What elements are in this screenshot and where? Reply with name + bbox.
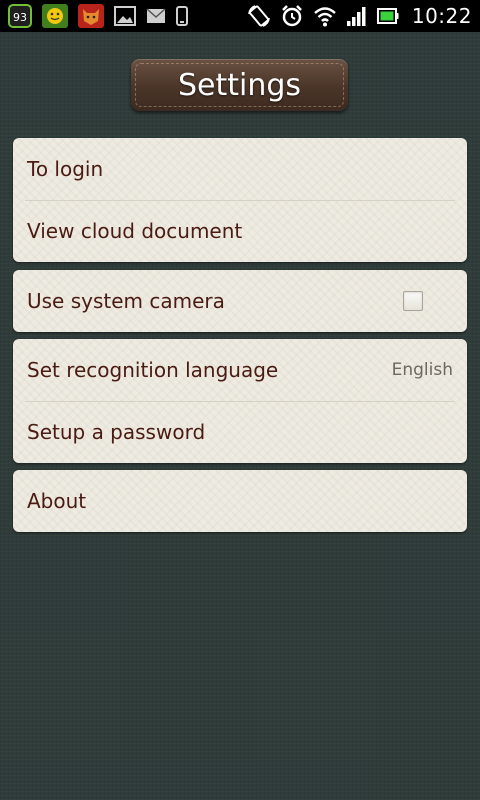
- setting-label: Setup a password: [27, 420, 206, 444]
- settings-group-recognition: Set recognition language English Setup a…: [13, 339, 467, 463]
- status-bar: 93 10:22: [0, 0, 480, 32]
- recognition-language-value: English: [391, 360, 453, 380]
- alarm-clock-icon: [281, 5, 302, 27]
- smiley-app-icon: [42, 4, 68, 28]
- badge-93-text: 93: [13, 11, 27, 24]
- setting-recognition-language[interactable]: Set recognition language English: [13, 339, 467, 401]
- rotate-icon: [247, 5, 270, 27]
- settings-title-badge: Settings: [131, 59, 348, 111]
- page-title: Settings: [177, 67, 302, 103]
- mail-icon: [146, 8, 166, 23]
- use-system-camera-checkbox[interactable]: [403, 291, 423, 311]
- setting-label: Set recognition language: [27, 358, 279, 382]
- gallery-icon: [114, 6, 136, 26]
- fox-app-icon: [78, 4, 104, 28]
- settings-group-account: To login View cloud document: [13, 138, 467, 262]
- badge-93-icon: 93: [8, 4, 32, 28]
- battery-icon: [376, 8, 399, 24]
- status-clock: 10:22: [411, 4, 472, 28]
- signal-icon: [346, 7, 366, 26]
- setting-to-login[interactable]: To login: [13, 138, 467, 200]
- setting-label: To login: [27, 157, 104, 181]
- wifi-icon: [314, 7, 336, 27]
- settings-group-camera: Use system camera: [13, 270, 467, 332]
- setting-label: Use system camera: [27, 289, 225, 313]
- setting-setup-password[interactable]: Setup a password: [13, 401, 467, 463]
- setting-label: View cloud document: [27, 219, 243, 243]
- setting-view-cloud-document[interactable]: View cloud document: [13, 200, 467, 262]
- setting-label: About: [27, 489, 87, 513]
- setting-about[interactable]: About: [13, 470, 467, 532]
- setting-use-system-camera[interactable]: Use system camera: [13, 270, 467, 332]
- settings-group-about: About: [13, 470, 467, 532]
- phone-icon: [176, 6, 188, 26]
